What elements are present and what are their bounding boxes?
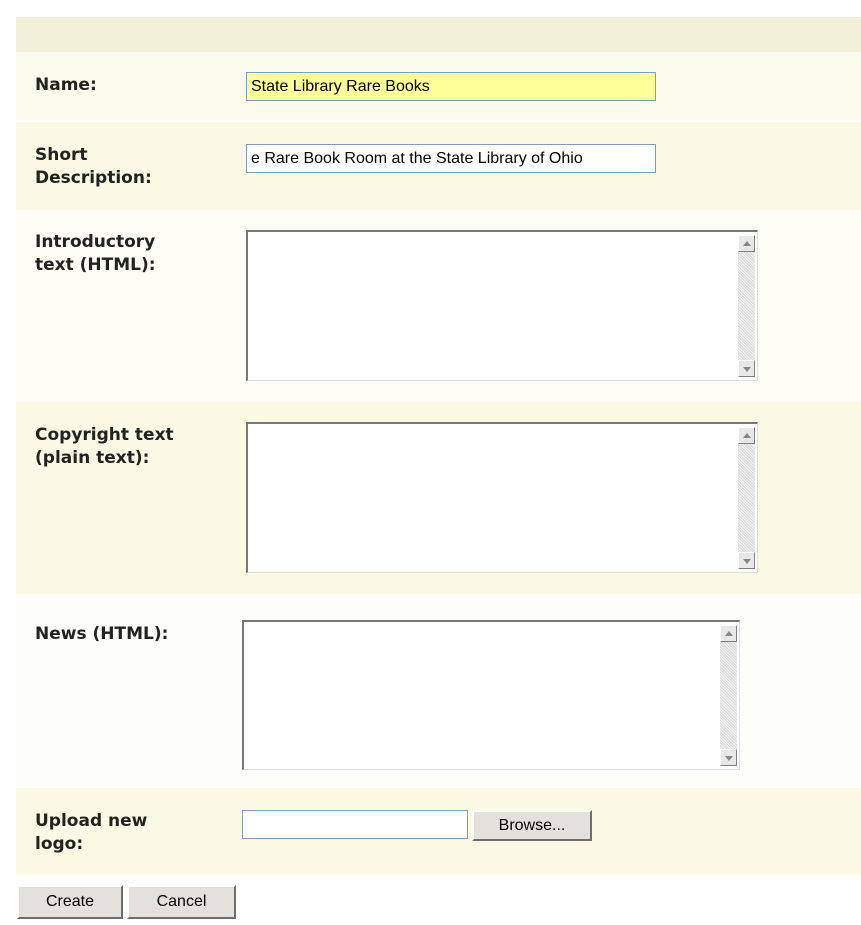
scroll-up-button[interactable] [738, 427, 755, 444]
arrow-up-icon [743, 241, 751, 246]
short-description-label: Short Description: [35, 145, 152, 188]
introductory-text-area [246, 230, 758, 381]
upload-logo-path-input[interactable] [242, 810, 468, 839]
arrow-up-icon [743, 433, 751, 438]
scroll-down-button[interactable] [720, 749, 737, 766]
short-description-input[interactable] [246, 144, 656, 173]
copyright-text-label: Copyright text (plain text): [35, 425, 174, 468]
arrow-down-icon [743, 559, 751, 564]
news-label: News (HTML): [35, 624, 169, 644]
browse-button[interactable]: Browse... [472, 810, 592, 841]
introductory-text-scrollbar[interactable] [738, 235, 755, 377]
arrow-up-icon [725, 631, 733, 636]
scroll-down-button[interactable] [738, 360, 755, 377]
news-text-input[interactable] [244, 622, 719, 769]
create-button[interactable]: Create [17, 885, 123, 919]
news-text-area [242, 620, 740, 770]
name-label: Name: [35, 75, 97, 95]
news-text-scrollbar[interactable] [720, 625, 737, 766]
name-input[interactable] [246, 72, 656, 101]
scroll-up-button[interactable] [720, 625, 737, 642]
copyright-text-input[interactable] [248, 424, 737, 572]
cancel-button[interactable]: Cancel [127, 885, 236, 919]
introductory-text-input[interactable] [248, 232, 737, 380]
header-bar [16, 17, 861, 52]
upload-logo-label: Upload new logo: [35, 811, 148, 854]
scroll-down-button[interactable] [738, 552, 755, 569]
arrow-down-icon [743, 367, 751, 372]
copyright-text-scrollbar[interactable] [738, 427, 755, 569]
copyright-text-area [246, 422, 758, 573]
scroll-up-button[interactable] [738, 235, 755, 252]
introductory-text-label: Introductory text (HTML): [35, 232, 156, 275]
arrow-down-icon [725, 756, 733, 761]
